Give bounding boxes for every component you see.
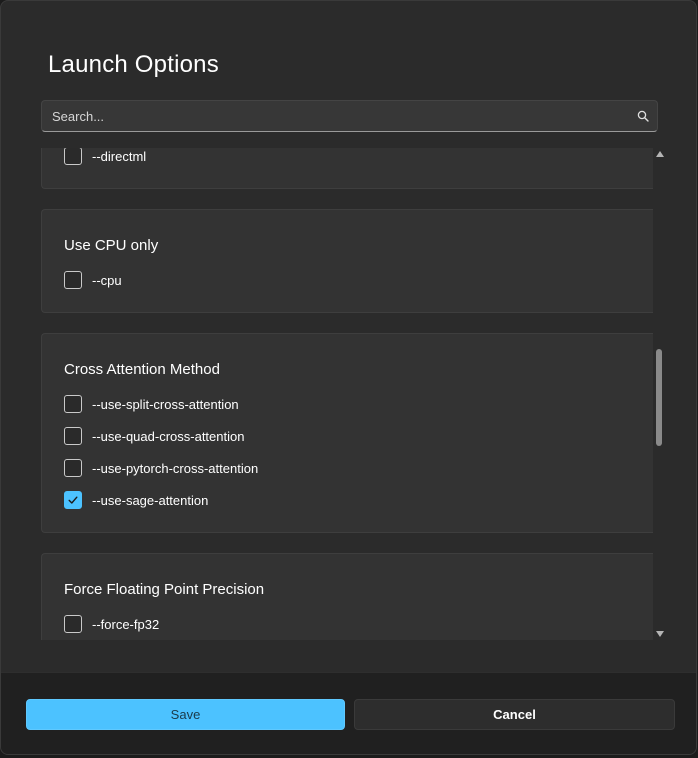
launch-options-dialog: Launch Options --directml Use CPU only -…	[0, 0, 697, 755]
option-label: --force-fp32	[92, 616, 160, 632]
search-input[interactable]	[42, 101, 622, 131]
dialog-title: Launch Options	[48, 51, 219, 78]
option-cpu[interactable]: --cpu	[64, 270, 122, 290]
checkbox[interactable]	[64, 459, 82, 477]
scrollbar-thumb[interactable]	[656, 349, 662, 446]
group-title: Use CPU only	[64, 237, 159, 254]
option-label: --use-quad-cross-attention	[92, 428, 245, 444]
checkbox[interactable]	[64, 271, 82, 289]
checkbox[interactable]	[64, 615, 82, 633]
option-group-card: --directml	[41, 148, 653, 189]
cancel-button[interactable]: Cancel	[354, 699, 675, 730]
checkbox[interactable]	[64, 427, 82, 445]
option-group-card: Use CPU only --cpu	[41, 209, 653, 313]
option-use-pytorch-cross-attention[interactable]: --use-pytorch-cross-attention	[64, 458, 258, 478]
option-label: --use-split-cross-attention	[92, 396, 239, 412]
group-title: Force Floating Point Precision	[64, 581, 265, 598]
checkbox[interactable]	[64, 148, 82, 165]
options-scroll-area[interactable]: --directml Use CPU only --cpu Cross Atte…	[41, 148, 653, 640]
option-force-fp32[interactable]: --force-fp32	[64, 614, 159, 634]
option-label: --use-pytorch-cross-attention	[92, 460, 259, 476]
search-icon[interactable]	[637, 110, 649, 122]
save-button[interactable]: Save	[26, 699, 345, 730]
option-group-card: Cross Attention Method --use-split-cross…	[41, 333, 653, 533]
checkmark-icon	[68, 496, 78, 504]
option-label: --cpu	[92, 272, 122, 288]
dialog-footer: Save Cancel	[1, 672, 696, 754]
option-group-card: Force Floating Point Precision --force-f…	[41, 553, 653, 640]
option-use-split-cross-attention[interactable]: --use-split-cross-attention	[64, 394, 239, 414]
option-label: --use-sage-attention	[92, 492, 209, 508]
vertical-scrollbar[interactable]	[653, 148, 667, 640]
checkbox[interactable]	[64, 395, 82, 413]
option-use-quad-cross-attention[interactable]: --use-quad-cross-attention	[64, 426, 244, 446]
search-box[interactable]	[41, 100, 658, 132]
scroll-down-arrow-icon[interactable]	[656, 631, 664, 637]
scroll-up-arrow-icon[interactable]	[656, 151, 664, 157]
option-use-sage-attention[interactable]: --use-sage-attention	[64, 490, 208, 510]
option-label: --directml	[92, 148, 147, 164]
group-title: Cross Attention Method	[64, 361, 220, 378]
option-directml[interactable]: --directml	[64, 148, 146, 166]
checkbox-checked[interactable]	[64, 491, 82, 509]
